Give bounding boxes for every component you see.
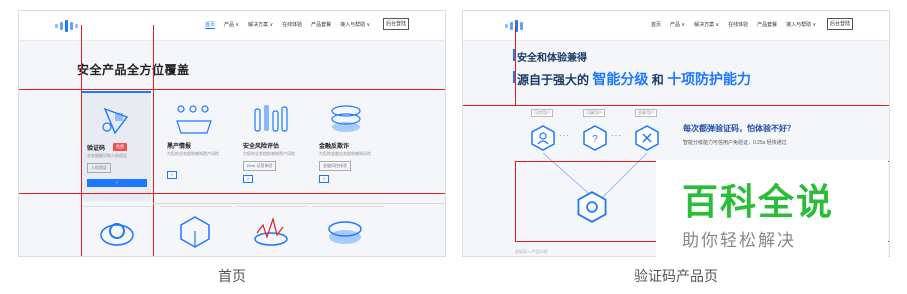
product-card-threat-intel[interactable]: 黑产情报 为您的业务提前感知黑产风险 › [161,91,231,201]
threat-intel-icon [176,105,212,134]
divider [81,206,151,207]
nav-demo[interactable]: 在线体验 [728,21,748,28]
overlay-line [515,25,516,105]
overlay-line [515,161,516,241]
nav-help[interactable]: 接入与帮助 ∨ [786,21,816,28]
product-card-risk-assessment[interactable]: 安全风险评估 为您的业务提前感知黑产风险 Beta 试用体验 › [237,91,307,201]
card-cta-button[interactable]: › [167,171,177,179]
nav-solutions[interactable]: 解决方案 ∨ [694,21,719,28]
divider [237,206,307,207]
top-navbar: 首页 产品 ∨ 解决方案 ∨ 在线体验 产品套餐 接入与帮助 ∨ 后台登陆 [463,11,889,41]
card-title: 金融反欺诈 [319,144,350,150]
free-badge: 免费 [113,143,127,151]
top-navbar: 首页 产品 ∨ 解决方案 ∨ 在线体验 产品套餐 接入与帮助 ∨ 后台登陆 [19,11,445,41]
headline-accent-1: 智能分级 [592,71,649,87]
nav-plans[interactable]: 产品套餐 [311,21,331,29]
nav-plans[interactable]: 产品套餐 [757,21,777,28]
captcha-product-caption: 验证码产品页 [634,268,718,284]
admin-login-button[interactable]: 后台登陆 [827,18,853,30]
overlay-line [153,203,445,204]
product-card-captcha[interactable]: 验证码 免费 业务智能识别人机验证 人机验证 › [81,91,151,201]
overlay-line [19,89,445,90]
headline-prefix: 源自于强大的 [517,73,590,87]
card-title: 验证码 [87,146,106,152]
nav-solutions[interactable]: 解决方案 ∨ [248,21,273,29]
breadcrumb: 验证码 > 产品介绍 [515,249,548,254]
faq-answer: 智能分级能力可信用户免验证，0.25s 轻快通过 [683,140,787,146]
logo [505,20,539,32]
hex-label-malicious: 恶意用户 [635,109,657,117]
headline-secondary: 源自于强大的 智能分级 和 十项防护能力 [517,69,751,89]
pie-stack-icon [328,221,362,244]
card-tag[interactable]: 金融风控体验 [319,161,351,171]
card-tag[interactable]: Beta 试用体验 [243,161,277,171]
ring-icon [100,223,134,246]
captcha-icon [102,107,129,135]
card-desc: 为您的金融业务提前感知风险 [319,151,371,156]
card-tag[interactable]: 人机验证 [87,163,111,173]
logo [55,20,89,32]
box-icon [180,216,210,248]
card-desc: 为您的业务提前感知黑产风险 [167,151,219,156]
card-title: 安全风险评估 [243,144,280,150]
hex-label-suspicious: 可疑用户 [583,109,605,117]
card-cta-button[interactable]: › [243,175,253,183]
product-card-anti-fraud[interactable]: 金融反欺诈 为您的金融业务提前感知风险 金融风控体验 › [313,91,383,201]
anti-fraud-icon [331,105,361,132]
nav-products[interactable]: 产品 ∨ [224,21,239,29]
hex-label-trusted: 可信用户 [531,109,553,117]
card-desc: 业务智能识别人机验证 [87,153,127,158]
headline-accent-2: 十项防护能力 [667,71,752,87]
nav-home[interactable]: 首页 [205,21,216,29]
nav-products[interactable]: 产品 ∨ [670,21,685,28]
svg-text:?: ? [592,134,598,145]
faq-question: 每次都弹验证码，怕体验不好？ [683,124,795,133]
engine-hex-icon [577,191,607,223]
card-cta-button[interactable]: › [87,179,147,187]
overlay-line [81,25,82,256]
overlay-line [153,25,154,256]
headline-mid: 和 [651,73,664,87]
card-cta-button[interactable]: › [319,175,329,183]
watermark-subtitle: 助你轻松解决 [682,231,796,250]
divider [161,206,231,207]
suspicious-user-icon: ? [583,125,607,151]
card-desc: 为您的业务提前感知黑产风险 [243,151,295,156]
watermark: 百科全说 助你轻松解决 [682,182,852,251]
card-title: 黑产情报 [167,144,192,150]
connector-dots: ··· [559,131,570,140]
malicious-user-icon [635,125,659,151]
headline-primary: 安全和体验兼得 [517,53,587,64]
overlay-line [19,193,445,194]
nav-demo[interactable]: 在线体验 [282,21,302,29]
homepage-screenshot: 首页 产品 ∨ 解决方案 ∨ 在线体验 产品套餐 接入与帮助 ∨ 后台登陆 安全… [18,10,446,257]
admin-login-button[interactable]: 后台登陆 [383,18,409,30]
waveform-icon [254,216,288,246]
risk-assessment-icon [254,105,288,132]
watermark-title: 百科全说 [682,181,835,222]
nav-help[interactable]: 接入与帮助 ∨ [340,21,370,29]
overlay-line [463,105,889,106]
trusted-user-icon [531,125,555,151]
homepage-caption: 首页 [218,268,246,284]
connector-dots: ··· [611,131,622,140]
nav-home[interactable]: 首页 [651,21,661,28]
section-title: 安全产品全方位覆盖 [77,63,190,77]
divider [313,206,383,207]
